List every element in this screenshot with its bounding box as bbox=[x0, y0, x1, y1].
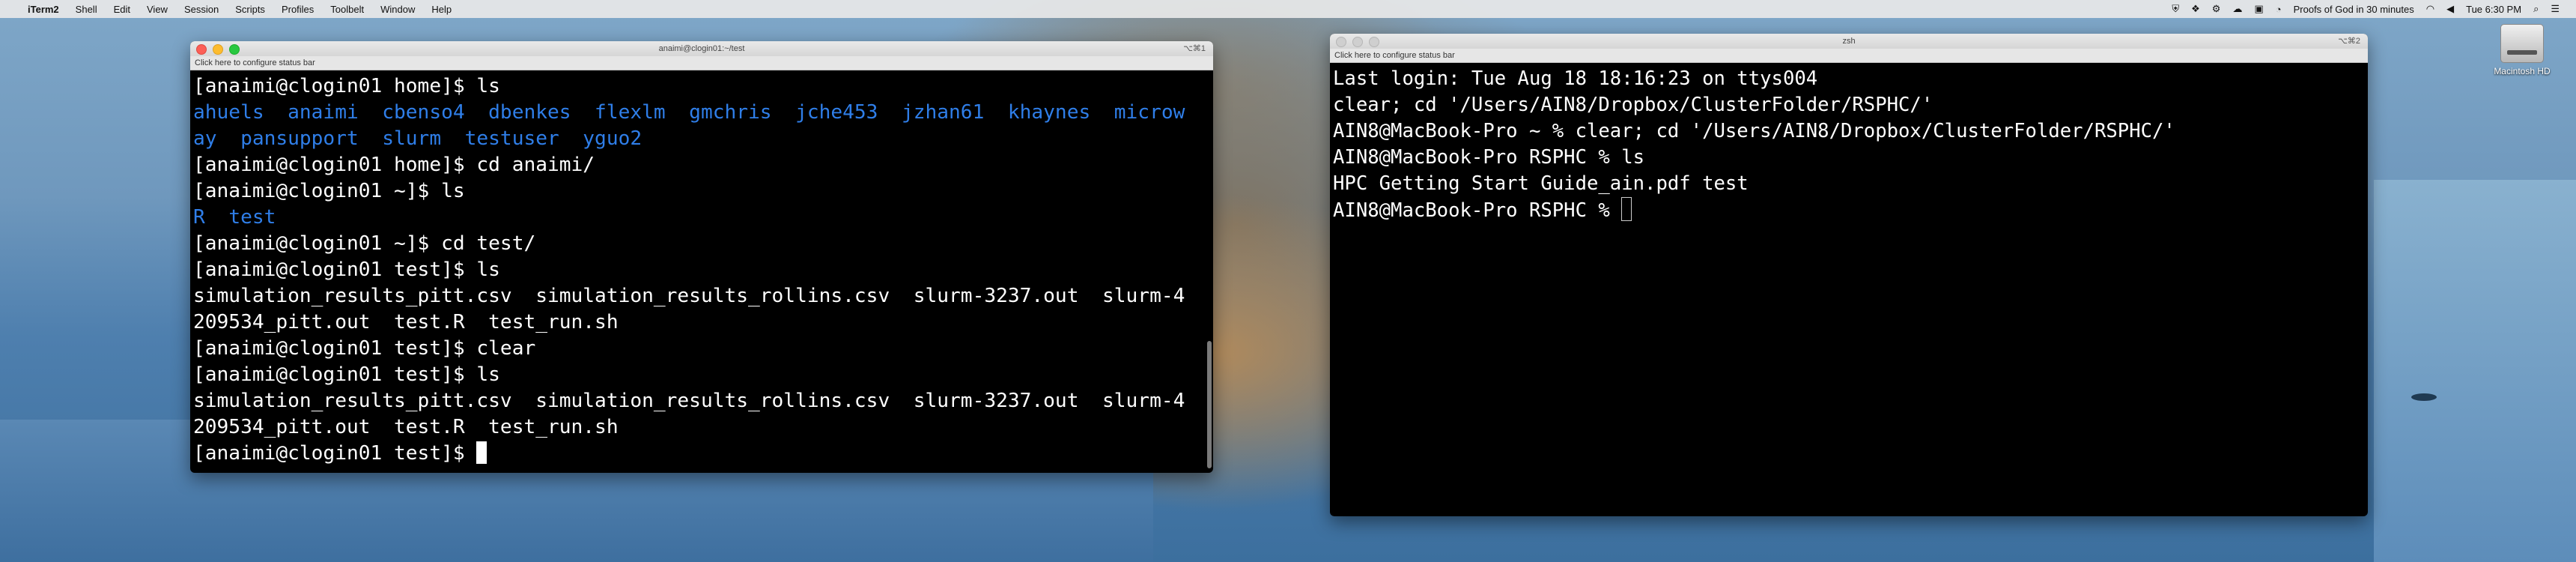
terminal-line: AIN8@MacBook-Pro ~ % clear; cd '/Users/A… bbox=[1333, 118, 2365, 145]
wallpaper-island bbox=[2411, 393, 2437, 401]
menu-clock[interactable]: Tue 6:30 PM bbox=[2466, 4, 2521, 15]
terminal-line: [anaimi@clogin01 ~]$ ls bbox=[193, 178, 1210, 205]
terminal-text: [anaimi@clogin01 ~]$ cd test/ bbox=[193, 232, 536, 255]
close-icon[interactable] bbox=[1336, 37, 1346, 47]
terminal-text: HPC Getting Start Guide_ain.pdf test bbox=[1333, 172, 1749, 195]
minimize-icon[interactable] bbox=[213, 44, 223, 55]
close-icon[interactable] bbox=[196, 44, 207, 55]
scrollbar[interactable] bbox=[1207, 341, 1212, 468]
volume-icon[interactable]: ◀ bbox=[2446, 3, 2454, 15]
wallpaper-sea-right bbox=[2374, 180, 2576, 562]
status-bar[interactable]: Click here to configure status bar bbox=[190, 56, 1213, 70]
terminal-line: ahuels anaimi cbenso4 dbenkes flexlm gmc… bbox=[193, 100, 1210, 126]
terminal-line: [anaimi@clogin01 home]$ cd anaimi/ bbox=[193, 152, 1210, 178]
terminal-text: AIN8@MacBook-Pro ~ % clear; cd '/Users/A… bbox=[1333, 120, 2175, 142]
status-area: ⛨ ❖ ⚙ ☁ ▣ ◔ Proofs of God in 30 minutes … bbox=[2166, 0, 2566, 18]
shield-icon[interactable]: ⛨ bbox=[2172, 3, 2179, 15]
terminal-text: Last login: Tue Aug 18 18:16:23 on ttys0… bbox=[1333, 67, 1818, 90]
terminal-text: AIN8@MacBook-Pro RSPHC % bbox=[1333, 199, 1622, 222]
terminal-window-left[interactable]: anaimi@clogin01:~/test ⌥⌘1 Click here to… bbox=[190, 41, 1213, 473]
bell-icon[interactable]: ◔ bbox=[2276, 4, 2282, 15]
hard-drive-icon[interactable] bbox=[2500, 24, 2544, 63]
menu-app-name[interactable]: iTerm2 bbox=[28, 4, 59, 15]
desktop-disk[interactable]: Macintosh HD bbox=[2485, 24, 2560, 76]
terminal-text: [anaimi@clogin01 test]$ ls bbox=[193, 259, 500, 281]
terminal-text: AIN8@MacBook-Pro RSPHC % ls bbox=[1333, 146, 1645, 169]
zoom-icon[interactable] bbox=[1369, 37, 1379, 47]
terminal-line: simulation_results_pitt.csv simulation_r… bbox=[193, 388, 1210, 414]
terminal-line: clear; cd '/Users/AIN8/Dropbox/ClusterFo… bbox=[1333, 92, 2365, 118]
terminal-text: clear; cd '/Users/AIN8/Dropbox/ClusterFo… bbox=[1333, 94, 1933, 116]
terminal-line: HPC Getting Start Guide_ain.pdf test bbox=[1333, 171, 2365, 197]
menu-bar: iTerm2 Shell Edit View Session Scripts P… bbox=[0, 0, 2576, 18]
menu-item-session[interactable]: Session bbox=[184, 4, 219, 15]
terminal-text: simulation_results_pitt.csv simulation_r… bbox=[193, 390, 1185, 412]
window-title: zsh bbox=[1842, 37, 1856, 46]
terminal-line: [anaimi@clogin01 test]$ clear bbox=[193, 336, 1210, 362]
terminal-text: R bbox=[193, 206, 205, 229]
minimize-icon[interactable] bbox=[1352, 37, 1363, 47]
window-shortcut: ⌥⌘1 bbox=[1183, 44, 1206, 53]
terminal-line: [anaimi@clogin01 ~]$ cd test/ bbox=[193, 231, 1210, 257]
terminal-text: 209534_pitt.out test.R test_run.sh bbox=[193, 416, 619, 438]
terminal-line: R test bbox=[193, 205, 1210, 231]
text-cursor bbox=[476, 441, 487, 464]
menu-item-shell[interactable]: Shell bbox=[76, 4, 97, 15]
terminal-line: [anaimi@clogin01 home]$ ls bbox=[193, 73, 1210, 100]
menu-item-help[interactable]: Help bbox=[431, 4, 452, 15]
menu-icon[interactable]: ☰ bbox=[2551, 3, 2560, 15]
text-cursor bbox=[1621, 197, 1632, 221]
menu-item-view[interactable]: View bbox=[147, 4, 168, 15]
terminal-line: AIN8@MacBook-Pro RSPHC % bbox=[1333, 197, 2365, 223]
zoom-icon[interactable] bbox=[229, 44, 240, 55]
terminal-output[interactable]: [anaimi@clogin01 home]$ ls ahuels anaimi … bbox=[190, 70, 1213, 467]
menu-item-profiles[interactable]: Profiles bbox=[282, 4, 314, 15]
terminal-text: 209534_pitt.out test.R test_run.sh bbox=[193, 311, 619, 333]
cloud-icon[interactable]: ☁ bbox=[2232, 3, 2242, 15]
disk-label: Macintosh HD bbox=[2494, 66, 2551, 76]
terminal-text: [anaimi@clogin01 test]$ bbox=[193, 442, 477, 465]
terminal-line: AIN8@MacBook-Pro RSPHC % ls bbox=[1333, 145, 2365, 171]
terminal-text: [anaimi@clogin01 test]$ clear bbox=[193, 337, 536, 360]
calendar-status-text[interactable]: Proofs of God in 30 minutes bbox=[2294, 4, 2414, 15]
status-bar[interactable]: Click here to configure status bar bbox=[1330, 49, 2368, 63]
menu-item-edit[interactable]: Edit bbox=[114, 4, 130, 15]
window-controls bbox=[196, 44, 240, 55]
terminal-text: test bbox=[228, 206, 276, 229]
terminal-text: [anaimi@clogin01 ~]$ ls bbox=[193, 180, 465, 202]
window-controls bbox=[1336, 37, 1379, 47]
terminal-text: [anaimi@clogin01 home]$ ls bbox=[193, 75, 500, 97]
menu-item-toolbelt[interactable]: Toolbelt bbox=[330, 4, 364, 15]
terminal-line: ay pansupport slurm testuser yguo2 bbox=[193, 126, 1210, 152]
terminal-line: Last login: Tue Aug 18 18:16:23 on ttys0… bbox=[1333, 66, 2365, 92]
terminal-line: simulation_results_pitt.csv simulation_r… bbox=[193, 283, 1210, 309]
window-shortcut: ⌥⌘2 bbox=[2338, 37, 2360, 46]
terminal-text: [anaimi@clogin01 home]$ cd anaimi/ bbox=[193, 154, 595, 176]
menu-item-window[interactable]: Window bbox=[380, 4, 415, 15]
spotlight-icon[interactable]: ⌕ bbox=[2533, 3, 2539, 15]
dropbox-icon[interactable]: ❖ bbox=[2191, 3, 2200, 15]
window-titlebar[interactable]: zsh ⌥⌘2 bbox=[1330, 34, 2368, 49]
terminal-line: 209534_pitt.out test.R test_run.sh bbox=[193, 309, 1210, 336]
terminal-text: simulation_results_pitt.csv simulation_r… bbox=[193, 285, 1185, 307]
wifi-icon[interactable]: ◠ bbox=[2426, 3, 2434, 15]
terminal-text: ahuels anaimi cbenso4 dbenkes flexlm gmc… bbox=[193, 101, 1185, 124]
terminal-line: [anaimi@clogin01 test]$ ls bbox=[193, 257, 1210, 283]
window-titlebar[interactable]: anaimi@clogin01:~/test ⌥⌘1 bbox=[190, 41, 1213, 56]
terminal-output[interactable]: Last login: Tue Aug 18 18:16:23 on ttys0… bbox=[1330, 63, 2368, 223]
terminal-text: [anaimi@clogin01 test]$ ls bbox=[193, 363, 500, 386]
lock-icon[interactable]: ▣ bbox=[2254, 3, 2263, 15]
window-title: anaimi@clogin01:~/test bbox=[658, 44, 745, 53]
terminal-text: ay pansupport slurm testuser yguo2 bbox=[193, 127, 643, 150]
terminal-line: [anaimi@clogin01 test]$ bbox=[193, 441, 1210, 467]
gear-icon[interactable]: ⚙ bbox=[2212, 3, 2221, 15]
terminal-line: 209534_pitt.out test.R test_run.sh bbox=[193, 414, 1210, 441]
terminal-line: [anaimi@clogin01 test]$ ls bbox=[193, 362, 1210, 388]
terminal-window-right[interactable]: zsh ⌥⌘2 Click here to configure status b… bbox=[1330, 34, 2368, 516]
menu-item-scripts[interactable]: Scripts bbox=[235, 4, 265, 15]
